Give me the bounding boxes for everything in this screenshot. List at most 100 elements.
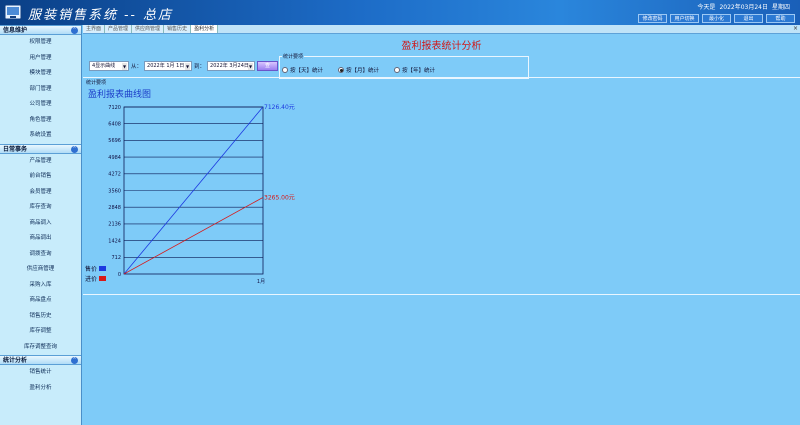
- sidebar-section-daily[interactable]: 日常事务 ⌃: [0, 143, 81, 154]
- sidebar-item-sales-stats[interactable]: 销售统计: [0, 365, 81, 381]
- header-buttons: 修改密码 用户切换 最小化 退出 帮助: [638, 14, 795, 23]
- tab-sales-history[interactable]: 销售历史: [164, 25, 192, 33]
- stats-mode-group: 统计要项 按【天】统计 按【月】统计 按【年】统计: [279, 53, 529, 79]
- radio-label: 按【年】统计: [402, 68, 436, 74]
- y-tick-label: 1424: [108, 238, 121, 244]
- sidebar-section-stats[interactable]: 统计分析 ⌃: [0, 355, 81, 365]
- radio-by-month[interactable]: 按【月】统计: [338, 66, 379, 74]
- sidebar-item-suppliers[interactable]: 供应商管理: [0, 262, 81, 278]
- dropdown-arrow-icon[interactable]: ▼: [185, 63, 191, 70]
- legend-item-cost-price: 进价: [85, 273, 107, 283]
- collapse-icon[interactable]: ⌃: [71, 27, 78, 34]
- sidebar-item-companies[interactable]: 公司管理: [0, 97, 81, 113]
- app-title: 服装销售系统 -- 总店: [28, 8, 174, 23]
- filter-row: 4显示曲线 ▼ 从： 2022年 1月 1日 ▼ 到： 2022年 3月24日 …: [89, 60, 279, 72]
- collapse-icon[interactable]: ⌃: [71, 357, 78, 364]
- y-tick-label: 5696: [108, 138, 121, 144]
- sidebar-item-purchase-in[interactable]: 采购入库: [0, 278, 81, 294]
- dropdown-arrow-icon[interactable]: ▼: [248, 63, 254, 70]
- section-title: 统计分析: [3, 357, 28, 364]
- from-date-picker[interactable]: 2022年 1月 1日 ▼: [144, 61, 193, 71]
- sidebar-item-products[interactable]: 产品管理: [0, 154, 81, 170]
- sidebar-item-profit-analysis[interactable]: 盈利分析: [0, 381, 81, 397]
- y-tick-label: 0: [118, 272, 121, 278]
- y-tick-label: 7120: [108, 105, 121, 111]
- y-tick-label: 2136: [108, 222, 121, 228]
- radio-label: 按【天】统计: [290, 68, 324, 74]
- sidebar-item-settings[interactable]: 系统设置: [0, 128, 81, 144]
- page-title: 盈利报表统计分析: [401, 41, 482, 52]
- sidebar-item-departments[interactable]: 部门管理: [0, 82, 81, 98]
- tab-suppliers[interactable]: 供应商管理: [132, 25, 165, 33]
- y-tick-label: 712: [111, 255, 121, 261]
- main-area: 主界面 产品管理 供应商管理 销售历史 盈利分析 × 盈利报表统计分析 4显示曲…: [83, 25, 800, 425]
- series-line-cost-price: [123, 197, 264, 275]
- header-date: 今天是 2022年03月24日 星期四: [693, 2, 790, 11]
- legend-label: 进价: [85, 275, 98, 283]
- sidebar-item-roles[interactable]: 角色管理: [0, 113, 81, 129]
- x-tick-label: 1月: [257, 279, 265, 285]
- legend-swatch: [99, 265, 107, 271]
- sidebar-section-info[interactable]: 信息维护 ⌃: [0, 25, 81, 35]
- sidebar-item-front-sales[interactable]: 前台销售: [0, 169, 81, 185]
- profit-line-chart: 0 712 1424 2136 2848 3560 4272 4984 5696 6408 7120…: [108, 104, 295, 285]
- sidebar-item-modules[interactable]: 模块管理: [0, 66, 81, 82]
- radio-by-year[interactable]: 按【年】统计: [394, 66, 435, 74]
- section-title: 日常事务: [3, 145, 28, 153]
- to-date-picker[interactable]: 2022年 3月24日 ▼: [207, 61, 256, 71]
- sidebar-item-transfer-in[interactable]: 商品调入: [0, 216, 81, 232]
- close-tab-icon[interactable]: ×: [793, 25, 798, 33]
- radio-icon[interactable]: [394, 67, 400, 73]
- sidebar-item-transfer-out[interactable]: 商品调出: [0, 231, 81, 247]
- tab-products[interactable]: 产品管理: [105, 25, 133, 33]
- radio-by-day[interactable]: 按【天】统计: [282, 66, 323, 74]
- sidebar-item-users[interactable]: 用户管理: [0, 51, 81, 67]
- date-prefix: 今天是: [697, 4, 716, 11]
- chart-legend: 售价 进价: [85, 263, 107, 283]
- switch-user-button[interactable]: 用户切换: [670, 14, 699, 23]
- radio-icon[interactable]: [282, 67, 288, 73]
- section-title: 信息维护: [3, 27, 28, 34]
- sidebar-item-permissions[interactable]: 权限管理: [0, 35, 81, 51]
- y-tick-label: 6408: [108, 122, 121, 128]
- sidebar-item-stock-adjust-query[interactable]: 库存调整查询: [0, 340, 81, 356]
- radio-selected-icon[interactable]: [338, 67, 344, 73]
- legend-swatch: [99, 275, 107, 281]
- sidebar-item-members[interactable]: 会员管理: [0, 185, 81, 201]
- sidebar-item-stock-query[interactable]: 库存查询: [0, 200, 81, 216]
- sidebar-item-stock-adjust[interactable]: 库存调整: [0, 324, 81, 340]
- sidebar: 信息维护 ⌃ 权限管理 用户管理 模块管理 部门管理 公司管理 角色管理 系统设…: [0, 25, 82, 425]
- sidebar-item-stocktake[interactable]: 商品盘点: [0, 293, 81, 309]
- dropdown-arrow-icon[interactable]: ▼: [122, 63, 127, 70]
- minimize-button[interactable]: 最小化: [702, 14, 731, 23]
- tab-home[interactable]: 主界面: [83, 25, 106, 33]
- legend-item-sale-price: 售价: [85, 263, 107, 273]
- header-bar: 服装销售系统 -- 总店 今天是 2022年03月24日 星期四 修改密码 用户切换…: [0, 0, 800, 25]
- to-label: 到：: [194, 64, 206, 70]
- stats-legend: 统计要项: [282, 53, 305, 60]
- y-tick-label: 2848: [108, 205, 121, 211]
- chart-type-value: 4显示曲线: [92, 63, 116, 69]
- weekday: 星期四: [771, 4, 790, 11]
- app-logo-icon: [4, 4, 22, 20]
- query-button[interactable]: 查: [257, 61, 279, 71]
- y-tick-label: 4984: [108, 155, 121, 161]
- sidebar-item-transfer-query[interactable]: 调拨查询: [0, 247, 81, 263]
- data-label: 7126.40元: [264, 104, 295, 111]
- radio-label: 按【月】统计: [346, 68, 380, 74]
- current-date: 2022年03月24日: [719, 4, 768, 11]
- from-date-value: 2022年 1月 1日: [147, 63, 185, 69]
- data-label: 3265.00元: [264, 194, 295, 201]
- chart-panel: 统计要项 盈利报表曲线图 0 712 1424 2136 2848 3560 4272 498…: [83, 77, 800, 295]
- change-password-button[interactable]: 修改密码: [638, 14, 667, 23]
- to-date-value: 2022年 3月24日: [210, 63, 249, 69]
- tab-profit-analysis[interactable]: 盈利分析: [191, 25, 219, 33]
- sidebar-item-sales-history[interactable]: 销售历史: [0, 309, 81, 325]
- help-button[interactable]: 帮助: [766, 14, 795, 23]
- collapse-icon[interactable]: ⌃: [71, 145, 78, 153]
- y-tick-label: 4272: [108, 172, 121, 178]
- chart-type-select[interactable]: 4显示曲线 ▼: [89, 61, 129, 71]
- exit-button[interactable]: 退出: [734, 14, 763, 23]
- from-label: 从：: [131, 64, 143, 70]
- legend-label: 售价: [85, 265, 98, 273]
